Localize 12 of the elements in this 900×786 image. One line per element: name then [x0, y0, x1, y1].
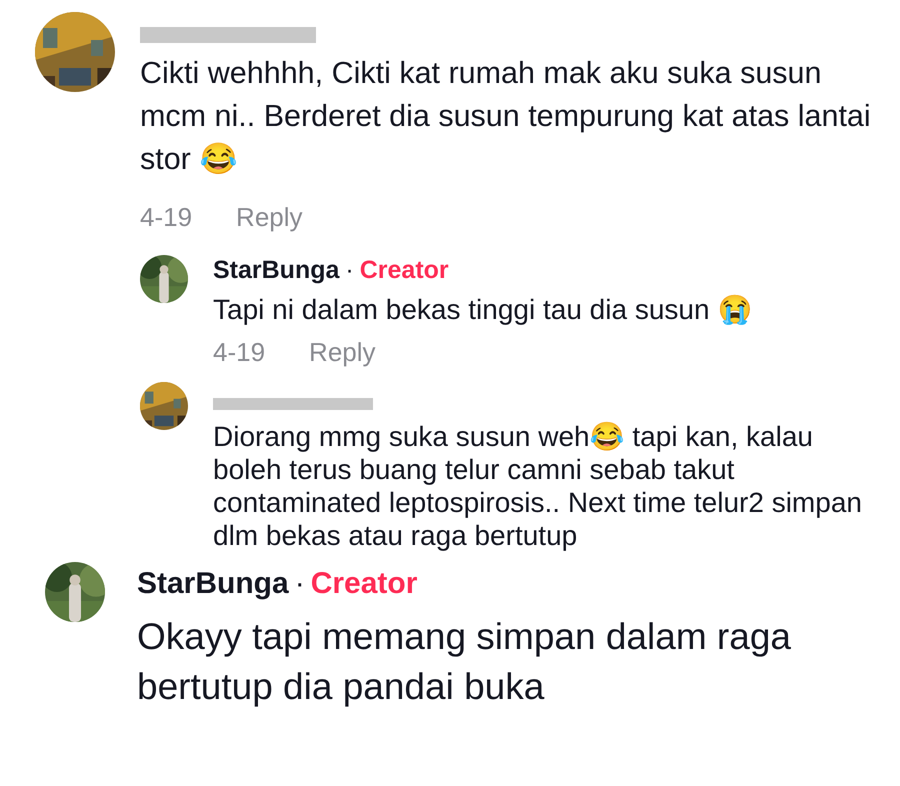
comment-date: 4-19 [213, 336, 266, 368]
creator-label: Creator [360, 256, 449, 284]
username[interactable]: StarBunga [137, 567, 289, 601]
comment-date: 4-19 [140, 202, 192, 232]
comment-text: Okayy tapi memang simpan dalam raga bertutup dia pandai buka [137, 615, 792, 709]
username[interactable]: StarBunga [213, 256, 340, 284]
separator-dot: · [345, 256, 354, 284]
comment-text: Tapi ni dalam bekas tinggi tau dia susun 😭 [213, 293, 754, 326]
creator-label: Creator [310, 567, 418, 601]
separator-dot: · [294, 567, 305, 601]
comment-text: Diorang mmg suka susun weh😂 tapi kan, kalau boleh terus buang telur camni sebab takut contaminated leptospirosis.. Next time telur2 simpan dlm bekas atau raga bertutup [213, 420, 863, 552]
comment-text: Cikti wehhhh, Cikti kat rumah mak aku suka susun mcm ni.. Berderet dia susun tempurung kat atas lantai stor 😂 [140, 55, 872, 178]
